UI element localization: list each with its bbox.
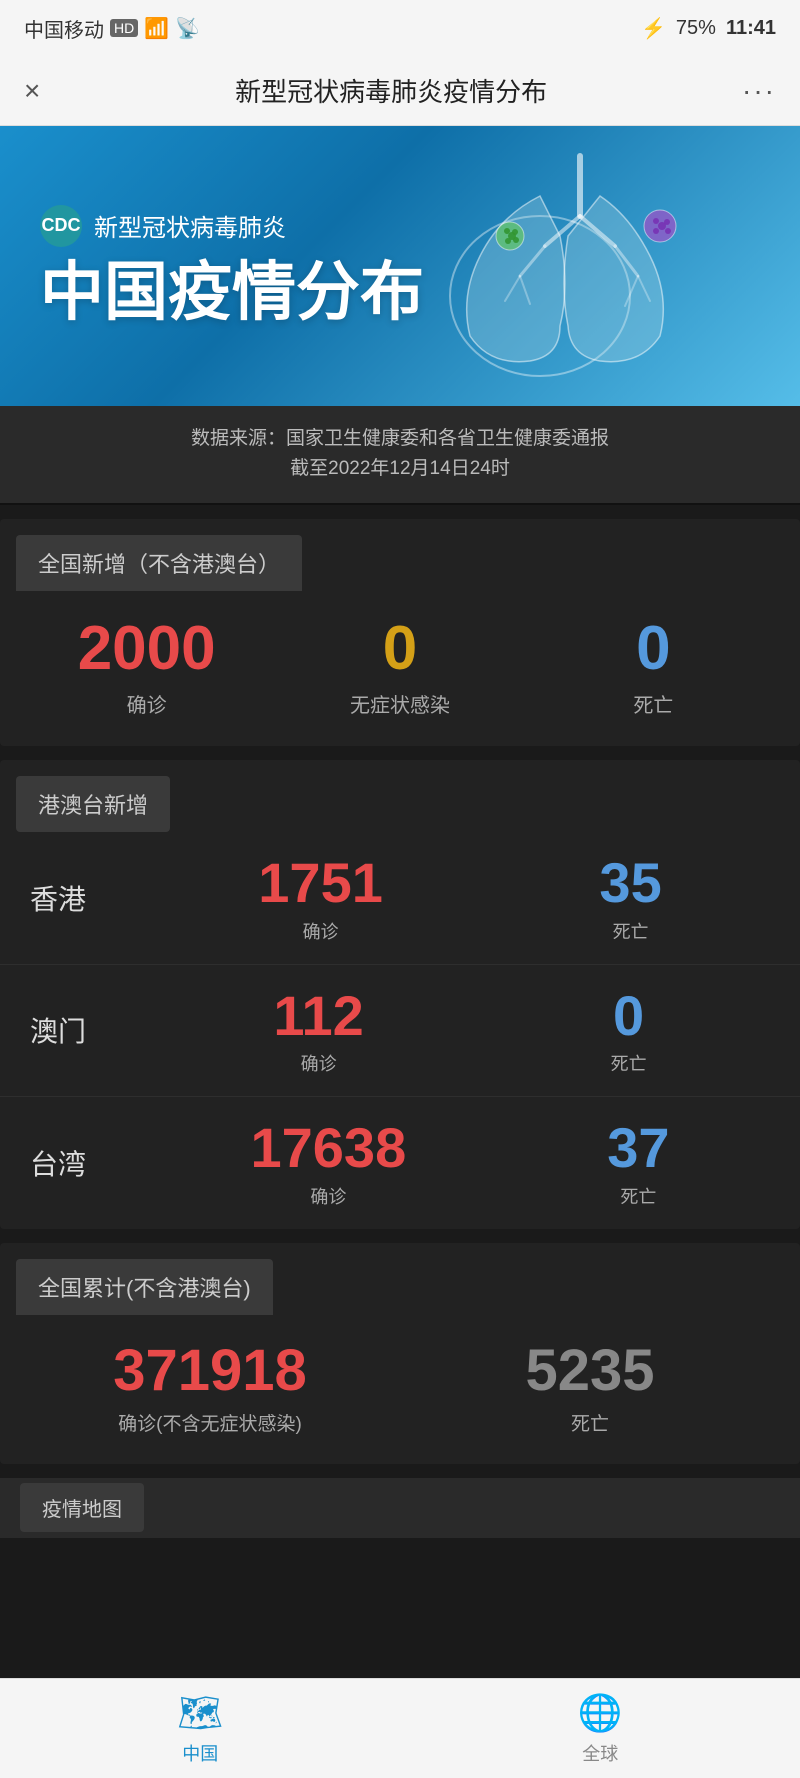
close-button[interactable]: × xyxy=(24,75,40,107)
wifi-icon: 📡 xyxy=(175,16,200,41)
asymptomatic-label: 无症状感染 xyxy=(273,689,526,718)
hd-badge: HD xyxy=(110,19,138,37)
china-icon: 🗺 xyxy=(177,1692,223,1734)
hkmt-section: 港澳台新增 香港 1751 确诊 35 死亡 澳门 112 确诊 0 死亡 xyxy=(0,760,800,1229)
hk-confirmed: 1751 确诊 xyxy=(258,852,383,944)
time-display: 11:41 xyxy=(726,17,776,40)
cum-confirmed-label: 确诊(不含无症状感染) xyxy=(20,1409,400,1436)
tw-deaths: 37 死亡 xyxy=(607,1117,669,1209)
status-bar: 中国移动 HD 📶 📡 ⚡ 75% 11:41 xyxy=(0,0,800,56)
lung-illustration xyxy=(400,136,780,396)
map-tab[interactable]: 疫情地图 xyxy=(20,1483,144,1532)
macau-name: 澳门 xyxy=(30,1010,150,1050)
taiwan-stats: 17638 确诊 37 死亡 xyxy=(150,1117,770,1209)
taiwan-row: 台湾 17638 确诊 37 死亡 xyxy=(0,1097,800,1229)
cum-deaths-number: 5235 xyxy=(400,1339,780,1403)
mac-confirmed: 112 确诊 xyxy=(273,985,363,1077)
mac-deaths: 0 死亡 xyxy=(611,985,647,1077)
deaths-label: 死亡 xyxy=(527,689,780,718)
cumulative-stats: 371918 确诊(不含无症状感染) 5235 死亡 xyxy=(0,1315,800,1464)
banner: CDC 新型冠状病毒肺炎 中国疫情分布 xyxy=(0,126,800,406)
taiwan-name: 台湾 xyxy=(30,1143,150,1183)
cumulative-header: 全国累计(不含港澳台) xyxy=(16,1259,273,1315)
national-new-header: 全国新增（不含港澳台） xyxy=(16,535,302,591)
banner-text: CDC 新型冠状病毒肺炎 中国疫情分布 xyxy=(40,205,424,327)
battery-text: 75% xyxy=(676,17,716,40)
cum-deaths: 5235 死亡 xyxy=(400,1339,780,1436)
national-new-section: 全国新增（不含港澳台） 2000 确诊 0 无症状感染 0 死亡 xyxy=(0,519,800,746)
asymptomatic-stat: 0 无症状感染 xyxy=(273,615,526,718)
page-title: 新型冠状病毒肺炎疫情分布 xyxy=(235,72,547,109)
macau-stats: 112 确诊 0 死亡 xyxy=(150,985,770,1077)
data-source: 数据来源：国家卫生健康委和各省卫生健康委通报 截至2022年12月14日24时 xyxy=(0,406,800,505)
banner-subtitle: 新型冠状病毒肺炎 xyxy=(94,208,286,243)
asymptomatic-number: 0 xyxy=(273,615,526,683)
hongkong-row: 香港 1751 确诊 35 死亡 xyxy=(0,832,800,965)
bottom-nav: 🗺 中国 🌐 全球 xyxy=(0,1678,800,1778)
hongkong-stats: 1751 确诊 35 死亡 xyxy=(150,852,770,944)
confirmed-stat: 2000 确诊 xyxy=(20,615,273,718)
cdc-logo: CDC xyxy=(40,205,82,247)
confirmed-label: 确诊 xyxy=(20,689,273,718)
deaths-number: 0 xyxy=(527,615,780,683)
title-bar: × 新型冠状病毒肺炎疫情分布 ··· xyxy=(0,56,800,126)
banner-title: 中国疫情分布 xyxy=(40,257,424,327)
status-right: ⚡ 75% 11:41 xyxy=(641,16,776,41)
hk-deaths: 35 死亡 xyxy=(599,852,661,944)
cumulative-section: 全国累计(不含港澳台) 371918 确诊(不含无症状感染) 5235 死亡 xyxy=(0,1243,800,1464)
nav-china[interactable]: 🗺 中国 xyxy=(177,1692,223,1766)
cum-confirmed-number: 371918 xyxy=(20,1339,400,1403)
cum-deaths-label: 死亡 xyxy=(400,1409,780,1436)
cum-confirmed: 371918 确诊(不含无症状感染) xyxy=(20,1339,400,1436)
map-tab-bar: 疫情地图 xyxy=(0,1478,800,1538)
confirmed-number: 2000 xyxy=(20,615,273,683)
bluetooth-icon: ⚡ xyxy=(641,16,666,41)
global-nav-label: 全球 xyxy=(582,1740,618,1766)
hongkong-name: 香港 xyxy=(30,878,150,918)
status-carrier: 中国移动 HD 📶 📡 xyxy=(24,14,200,43)
national-new-stats: 2000 确诊 0 无症状感染 0 死亡 xyxy=(0,591,800,746)
banner-logo-row: CDC 新型冠状病毒肺炎 xyxy=(40,205,424,247)
hkmt-header: 港澳台新增 xyxy=(16,776,170,832)
signal-icon: 📶 xyxy=(144,16,169,41)
globe-icon: 🌐 xyxy=(578,1692,623,1734)
more-button[interactable]: ··· xyxy=(742,75,776,107)
china-nav-label: 中国 xyxy=(182,1740,218,1766)
deaths-stat: 0 死亡 xyxy=(527,615,780,718)
macau-row: 澳门 112 确诊 0 死亡 xyxy=(0,965,800,1098)
tw-confirmed: 17638 确诊 xyxy=(250,1117,406,1209)
nav-global[interactable]: 🌐 全球 xyxy=(578,1692,623,1766)
